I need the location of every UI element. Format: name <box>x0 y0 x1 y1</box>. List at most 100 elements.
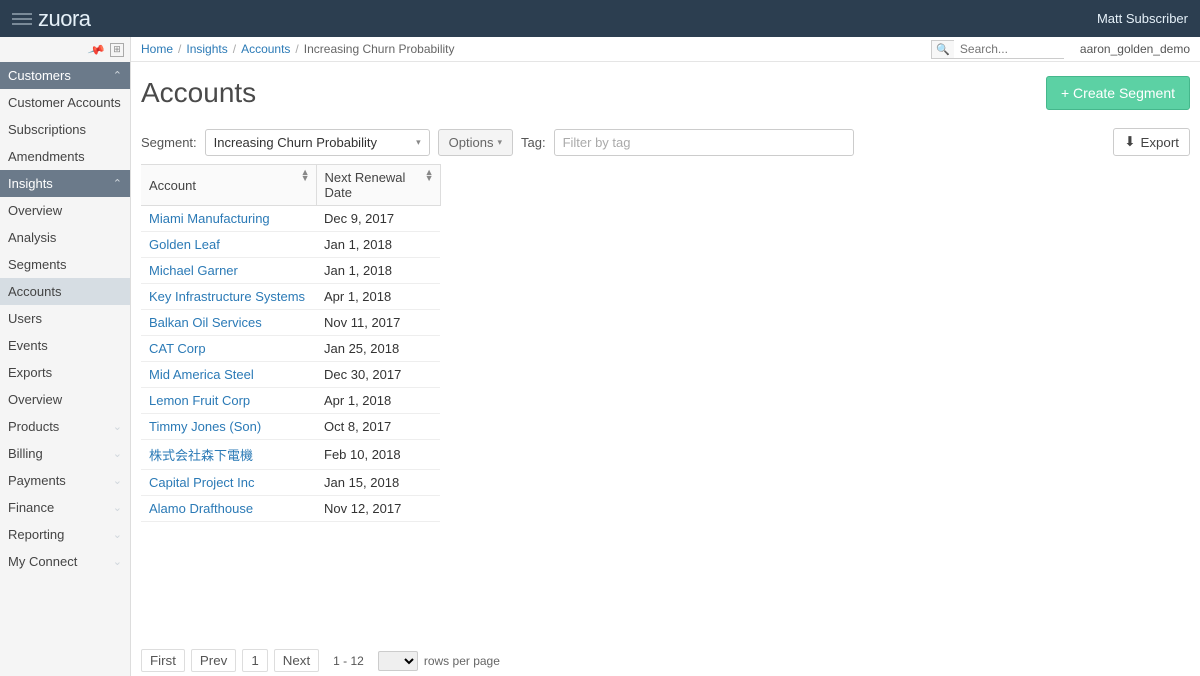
col-next-renewal[interactable]: Next Renewal Date ▲▼ <box>316 165 440 206</box>
sidebar-section-myconnect[interactable]: My Connect⌄ <box>0 548 130 575</box>
account-link[interactable]: CAT Corp <box>149 341 206 356</box>
sort-icon: ▲▼ <box>301 169 310 181</box>
search-dropdown[interactable]: 🔍 <box>931 40 954 59</box>
account-link[interactable]: Lemon Fruit Corp <box>149 393 250 408</box>
page-title: Accounts <box>141 77 256 109</box>
table-row: Key Infrastructure Systems Apr 1, 2018 <box>141 284 440 310</box>
table-row: Golden LeafJan 1, 2018 <box>141 232 440 258</box>
account-link[interactable]: Capital Project Inc <box>149 475 255 490</box>
sidebar-item-overview2[interactable]: Overview <box>0 386 130 413</box>
sidebar-item-exports[interactable]: Exports <box>0 359 130 386</box>
crumb-accounts[interactable]: Accounts <box>241 42 290 56</box>
sidebar-header-label: Insights <box>8 176 53 191</box>
page-first-button[interactable]: First <box>141 649 185 672</box>
export-label: Export <box>1140 135 1179 150</box>
chevron-down-icon: ⌄ <box>113 528 122 541</box>
chevron-down-icon: ⌄ <box>113 501 122 514</box>
sidebar-item-subscriptions[interactable]: Subscriptions <box>0 116 130 143</box>
renewal-date: Apr 1, 2018 <box>316 284 440 310</box>
crumb-current: Increasing Churn Probability <box>304 42 455 56</box>
page-number-button[interactable]: 1 <box>242 649 267 672</box>
sidebar-header-customers[interactable]: Customers ⌃ <box>0 62 130 89</box>
renewal-date: Apr 1, 2018 <box>316 388 440 414</box>
renewal-date: Dec 30, 2017 <box>316 362 440 388</box>
env-label[interactable]: aaron_golden_demo <box>1080 42 1190 56</box>
renewal-date: Feb 10, 2018 <box>316 440 440 470</box>
renewal-date: Nov 11, 2017 <box>316 310 440 336</box>
account-link[interactable]: Mid America Steel <box>149 367 254 382</box>
page-prev-button[interactable]: Prev <box>191 649 236 672</box>
sidebar-item-analysis[interactable]: Analysis <box>0 224 130 251</box>
sidebar-section-reporting[interactable]: Reporting⌄ <box>0 521 130 548</box>
table-row: Miami ManufacturingDec 9, 2017 <box>141 206 440 232</box>
sidebar-section-payments[interactable]: Payments⌄ <box>0 467 130 494</box>
sidebar-item-overview[interactable]: Overview <box>0 197 130 224</box>
sidebar-header-label: Customers <box>8 68 71 83</box>
options-label: Options <box>449 135 494 150</box>
account-link[interactable]: Miami Manufacturing <box>149 211 270 226</box>
sidebar-pin-row: 📌 ⊞ <box>0 37 130 62</box>
pin-icon[interactable]: 📌 <box>87 40 106 59</box>
renewal-date: Jan 15, 2018 <box>316 470 440 496</box>
app-grid-icon[interactable]: ⊞ <box>110 43 124 57</box>
search-input[interactable] <box>954 40 1064 59</box>
user-name[interactable]: Matt Subscriber <box>1097 11 1188 26</box>
tag-label: Tag: <box>521 135 546 150</box>
chevron-down-icon: ▾ <box>416 137 421 148</box>
chevron-down-icon: ⌄ <box>113 474 122 487</box>
create-segment-button[interactable]: + Create Segment <box>1046 76 1190 110</box>
table-wrap: Account ▲▼ Next Renewal Date ▲▼ Miami Ma… <box>131 164 1200 522</box>
sidebar-item-segments[interactable]: Segments <box>0 251 130 278</box>
table-row: Balkan Oil Services Nov 11, 2017 <box>141 310 440 336</box>
chevron-down-icon: ⌄ <box>113 447 122 460</box>
sidebar-section-products[interactable]: Products⌄ <box>0 413 130 440</box>
search-icon: 🔍 <box>936 43 950 56</box>
segment-value: Increasing Churn Probability <box>214 135 377 150</box>
rows-per-page-select[interactable] <box>378 651 418 671</box>
renewal-date: Oct 8, 2017 <box>316 414 440 440</box>
sidebar-section-billing[interactable]: Billing⌄ <box>0 440 130 467</box>
hamburger-icon[interactable] <box>12 13 32 25</box>
rows-per-page-label: rows per page <box>424 654 500 668</box>
renewal-date: Jan 25, 2018 <box>316 336 440 362</box>
sort-icon: ▲▼ <box>425 169 434 181</box>
page-next-button[interactable]: Next <box>274 649 319 672</box>
table-row: Alamo Drafthouse Nov 12, 2017 <box>141 496 440 522</box>
table-row: 株式会社森下電機 Feb 10, 2018 <box>141 440 440 470</box>
tag-filter-input[interactable] <box>554 129 854 156</box>
account-link[interactable]: Golden Leaf <box>149 237 220 252</box>
chevron-down-icon: ⌄ <box>113 555 122 568</box>
renewal-date: Jan 1, 2018 <box>316 258 440 284</box>
chevron-down-icon: ▾ <box>497 137 502 148</box>
account-link[interactable]: 株式会社森下電機 <box>149 448 253 463</box>
sidebar-header-insights[interactable]: Insights ⌃ <box>0 170 130 197</box>
table-row: Timmy Jones (Son) Oct 8, 2017 <box>141 414 440 440</box>
col-account[interactable]: Account ▲▼ <box>141 165 316 206</box>
sidebar-item-events[interactable]: Events <box>0 332 130 359</box>
sidebar-item-amendments[interactable]: Amendments <box>0 143 130 170</box>
table-row: Capital Project Inc Jan 15, 2018 <box>141 470 440 496</box>
crumb-home[interactable]: Home <box>141 42 173 56</box>
account-link[interactable]: Michael Garner <box>149 263 238 278</box>
segment-select[interactable]: Increasing Churn Probability ▾ <box>205 129 430 156</box>
page-range: 1 - 12 <box>325 651 372 671</box>
separator: / <box>178 42 181 56</box>
table-row: Lemon Fruit Corp Apr 1, 2018 <box>141 388 440 414</box>
table-row: Mid America Steel Dec 30, 2017 <box>141 362 440 388</box>
account-link[interactable]: Timmy Jones (Son) <box>149 419 261 434</box>
chevron-down-icon: ⌄ <box>113 420 122 433</box>
account-link[interactable]: Balkan Oil Services <box>149 315 262 330</box>
renewal-date: Nov 12, 2017 <box>316 496 440 522</box>
sidebar-item-users[interactable]: Users <box>0 305 130 332</box>
sidebar-item-customer-accounts[interactable]: Customer Accounts <box>0 89 130 116</box>
account-link[interactable]: Alamo Drafthouse <box>149 501 253 516</box>
account-link[interactable]: Key Infrastructure Systems <box>149 289 305 304</box>
sidebar-section-finance[interactable]: Finance⌄ <box>0 494 130 521</box>
export-button[interactable]: ⬇ Export <box>1113 128 1190 156</box>
separator: / <box>233 42 236 56</box>
download-icon: ⬇ <box>1124 134 1135 150</box>
topbar: zuora Matt Subscriber <box>0 0 1200 37</box>
sidebar-item-accounts[interactable]: Accounts <box>0 278 130 305</box>
crumb-insights[interactable]: Insights <box>186 42 227 56</box>
options-button[interactable]: Options ▾ <box>438 129 513 156</box>
